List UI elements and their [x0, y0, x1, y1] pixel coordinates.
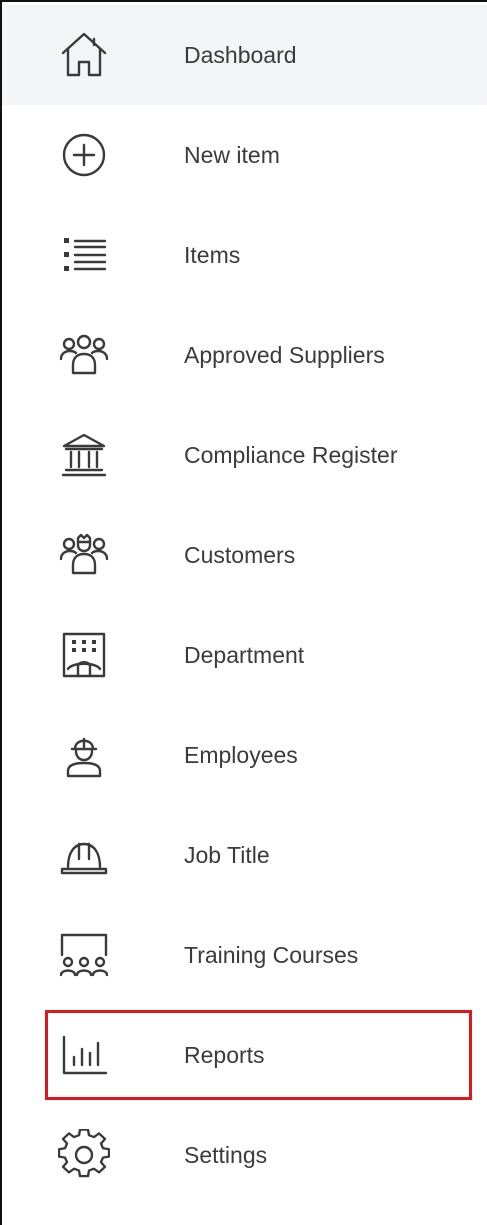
gear-icon [56, 1127, 112, 1183]
sidebar-item-customers[interactable]: Customers [2, 505, 487, 605]
sidebar-item-new-item[interactable]: New item [2, 105, 487, 205]
home-icon [56, 27, 112, 83]
sidebar-item-dashboard[interactable]: Dashboard [2, 5, 487, 105]
training-icon [56, 927, 112, 983]
sidebar-item-label: Settings [184, 1141, 268, 1168]
sidebar-item-settings[interactable]: Settings [2, 1105, 487, 1205]
sidebar-item-label: Department [184, 641, 305, 668]
sidebar-item-job-title[interactable]: Job Title [2, 805, 487, 905]
sidebar-item-employees[interactable]: Employees [2, 705, 487, 805]
sidebar-item-compliance-register[interactable]: Compliance Register [2, 405, 487, 505]
sidebar-item-items[interactable]: Items [2, 205, 487, 305]
bank-icon [56, 427, 112, 483]
plus-circle-icon [56, 127, 112, 183]
sidebar-item-label: Customers [184, 541, 296, 568]
sidebar-item-label: Reports [184, 1041, 265, 1068]
sidebar-item-label: Training Courses [184, 941, 359, 968]
sidebar-list: Dashboard New item Items Approved Suppli… [2, 5, 487, 1205]
hard-hat-icon [56, 827, 112, 883]
building-icon [56, 627, 112, 683]
sidebar-item-label: Approved Suppliers [184, 341, 385, 368]
list-icon [56, 227, 112, 283]
sidebar-item-label: Job Title [184, 841, 270, 868]
sidebar-nav: Dashboard New item Items Approved Suppli… [0, 0, 487, 1225]
sidebar-item-label: Items [184, 241, 241, 268]
sidebar-item-label: Compliance Register [184, 441, 398, 468]
sidebar-item-label: Dashboard [184, 41, 297, 68]
sidebar-item-reports[interactable]: Reports [45, 1010, 472, 1100]
sidebar-item-approved-suppliers[interactable]: Approved Suppliers [2, 305, 487, 405]
customers-icon [56, 527, 112, 583]
sidebar-item-label: Employees [184, 741, 298, 768]
people-group-icon [56, 327, 112, 383]
sidebar-item-label: New item [184, 141, 280, 168]
sidebar-item-training-courses[interactable]: Training Courses [2, 905, 487, 1005]
bar-chart-icon [56, 1027, 112, 1083]
worker-icon [56, 727, 112, 783]
sidebar-item-department[interactable]: Department [2, 605, 487, 705]
